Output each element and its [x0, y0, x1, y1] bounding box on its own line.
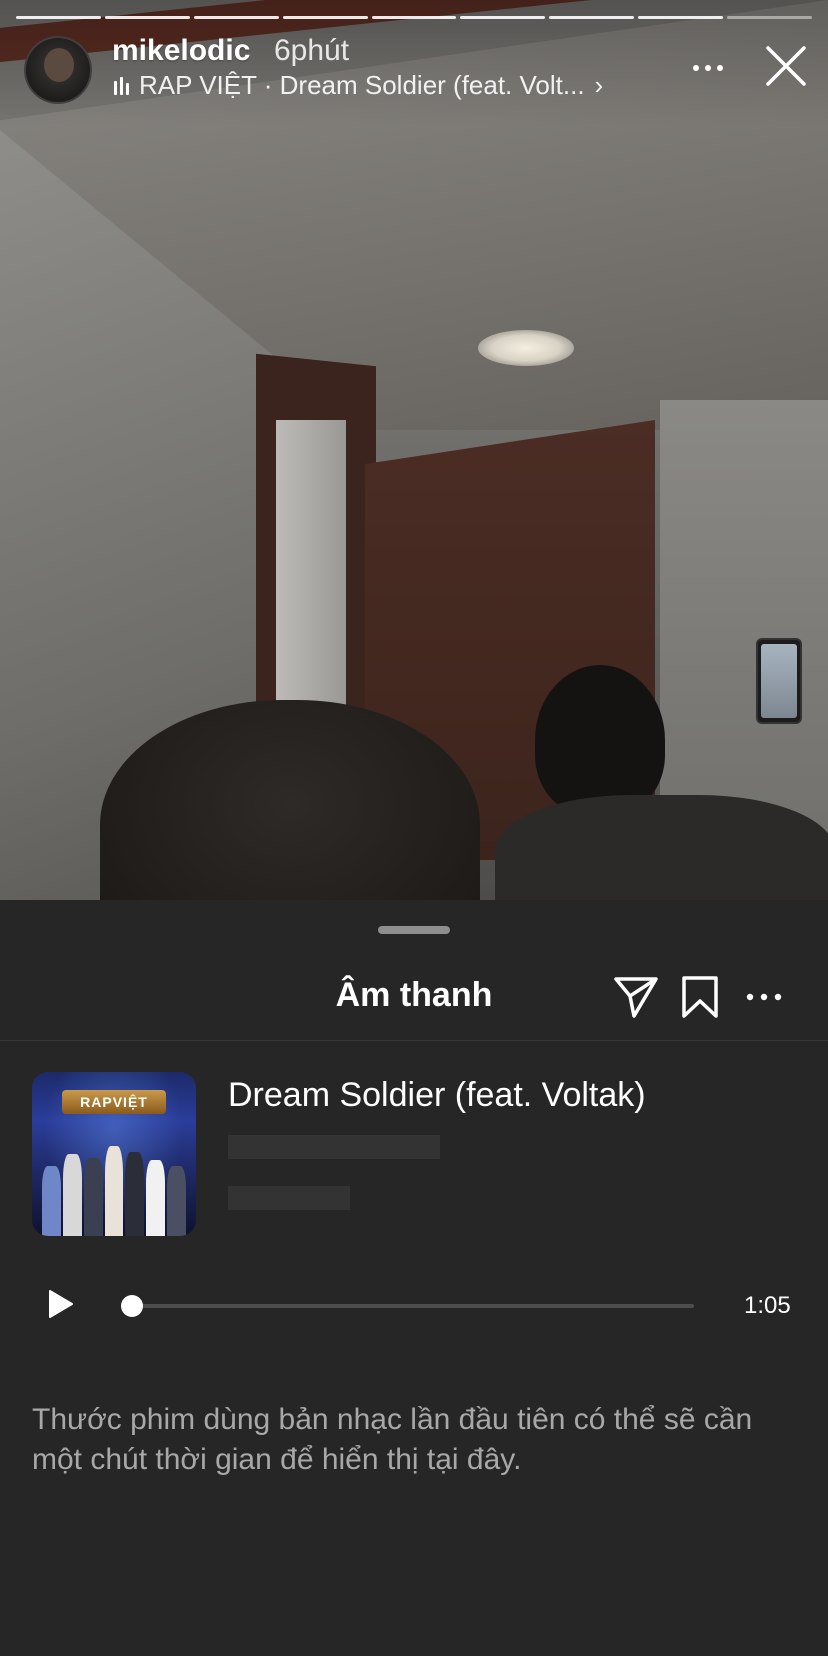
progress-segment: [104, 16, 190, 19]
progress-segment: [549, 16, 635, 19]
top-shade: [0, 0, 828, 900]
song-title: Dream Soldier (feat. Voltak): [228, 1076, 646, 1114]
progress-segment: [460, 16, 546, 19]
progress-segment: [193, 16, 279, 19]
album-cover[interactable]: RAPVIỆT: [32, 1072, 196, 1236]
chevron-right-icon: ›: [594, 70, 604, 100]
notice-text: Thước phim dùng bản nhạc lần đầu tiên có…: [32, 1403, 753, 1476]
meta-placeholder: [228, 1186, 350, 1210]
artist-placeholder: [228, 1135, 440, 1159]
music-label: RAP VIỆT · Dream Soldier (feat. Volt...: [139, 70, 585, 100]
progress-segment: [16, 16, 101, 19]
play-icon[interactable]: [44, 1288, 76, 1320]
send-icon[interactable]: [612, 974, 660, 1020]
playback-scrubber[interactable]: [121, 1295, 694, 1317]
scrubber-knob[interactable]: [121, 1295, 143, 1317]
story-music-link[interactable]: RAP VIỆT · Dream Soldier (feat. Volt... …: [114, 70, 603, 101]
close-icon[interactable]: [764, 44, 808, 88]
progress-segment: [282, 16, 368, 19]
story-media[interactable]: [0, 0, 828, 900]
progress-segment: [638, 16, 724, 19]
music-bars-icon: [114, 76, 129, 95]
track-duration: 1:05: [744, 1292, 791, 1319]
more-horizontal-icon[interactable]: [688, 48, 728, 88]
story-time: 6phút: [274, 34, 350, 67]
story-username[interactable]: mikelodic: [112, 34, 250, 68]
album-crew: [42, 1126, 187, 1236]
more-horizontal-icon[interactable]: [744, 982, 784, 1012]
avatar[interactable]: [24, 36, 92, 104]
progress-segment: [727, 16, 813, 19]
progress-segment: [371, 16, 457, 19]
album-logo: RAPVIỆT: [62, 1090, 166, 1114]
bookmark-icon[interactable]: [680, 974, 720, 1020]
sheet-handle[interactable]: [378, 926, 450, 934]
audio-sheet: Âm thanh RAPVIỆT Dream Soldier (feat. Vo…: [0, 900, 828, 1656]
story-progress-bar: [16, 16, 813, 20]
divider: [0, 1040, 828, 1041]
